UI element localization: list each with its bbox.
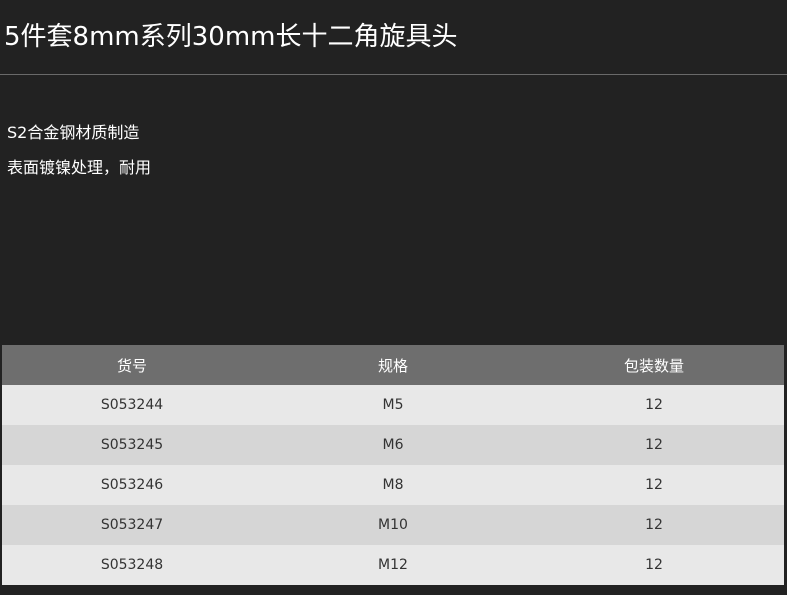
cell-qty: 12 [524,385,784,425]
table-header-row: 货号 规格 包装数量 [2,345,784,385]
table-row: S053247 M10 12 [2,505,784,545]
header-qty: 包装数量 [524,345,784,385]
cell-qty: 12 [524,465,784,505]
product-page: 5件套8mm系列30mm长十二角旋具头 S2合金钢材质制造 表面镀镍处理，耐用 … [0,0,787,595]
cell-code: S053245 [2,425,262,465]
feature-item: S2合金钢材质制造 [7,123,140,142]
product-title: 5件套8mm系列30mm长十二角旋具头 [4,22,458,52]
cell-spec: M5 [262,385,524,425]
table-row: S053244 M5 12 [2,385,784,425]
cell-code: S053244 [2,385,262,425]
header-code: 货号 [2,345,262,385]
title-divider [0,74,787,75]
spec-table: 货号 规格 包装数量 S053244 M5 12 S053245 M6 12 S… [2,345,784,585]
cell-code: S053246 [2,465,262,505]
cell-spec: M6 [262,425,524,465]
cell-qty: 12 [524,425,784,465]
cell-spec: M8 [262,465,524,505]
cell-qty: 12 [524,545,784,585]
table-row: S053245 M6 12 [2,425,784,465]
table-row: S053248 M12 12 [2,545,784,585]
cell-qty: 12 [524,505,784,545]
feature-list: S2合金钢材质制造 表面镀镍处理，耐用 [7,120,151,190]
cell-spec: M12 [262,545,524,585]
cell-code: S053247 [2,505,262,545]
table-row: S053246 M8 12 [2,465,784,505]
header-spec: 规格 [262,345,524,385]
cell-spec: M10 [262,505,524,545]
feature-item: 表面镀镍处理，耐用 [7,158,152,177]
cell-code: S053248 [2,545,262,585]
